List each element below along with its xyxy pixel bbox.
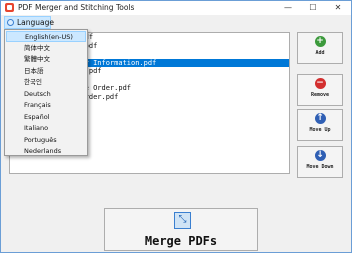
arrow-down-icon: ↓ bbox=[314, 150, 326, 161]
merge-icon: ⤡ bbox=[174, 212, 191, 229]
plus-icon: + bbox=[314, 36, 326, 47]
language-option-traditional-chinese[interactable]: 繁體中文 bbox=[6, 54, 86, 65]
language-option-korean[interactable]: 한국인 bbox=[6, 77, 86, 88]
move-up-button[interactable]: ↑ Move Up bbox=[297, 109, 343, 141]
language-option-dutch[interactable]: Nederlands bbox=[6, 146, 86, 157]
menu-bar: Language bbox=[1, 15, 351, 30]
title-bar[interactable]: PDF Merger and Stitching Tools — ☐ ✕ bbox=[1, 1, 351, 15]
merge-pdfs-label: Merge PDFs bbox=[144, 234, 218, 248]
maximize-button[interactable]: ☐ bbox=[302, 1, 324, 15]
arrow-up-icon: ↑ bbox=[314, 113, 326, 124]
language-option-italian[interactable]: Italiano bbox=[6, 123, 86, 134]
language-option-french[interactable]: Français bbox=[6, 100, 86, 111]
merge-pdfs-button[interactable]: ⤡ Merge PDFs bbox=[104, 208, 258, 251]
add-button-label: Add bbox=[315, 50, 325, 56]
language-option-simplified-chinese[interactable]: 简体中文 bbox=[6, 43, 86, 54]
pdf-app-icon bbox=[5, 3, 14, 12]
language-option-portuguese[interactable]: Português bbox=[6, 135, 86, 146]
add-button[interactable]: + Add bbox=[297, 32, 343, 64]
globe-icon bbox=[7, 19, 14, 26]
minus-icon: − bbox=[314, 78, 326, 89]
language-option-german[interactable]: Deutsch bbox=[6, 89, 86, 100]
window-title: PDF Merger and Stitching Tools bbox=[18, 3, 135, 12]
move-down-button-label: Move Down bbox=[306, 164, 334, 170]
language-menu[interactable]: Language bbox=[4, 16, 55, 29]
minimize-button[interactable]: — bbox=[277, 1, 299, 15]
move-down-button[interactable]: ↓ Move Down bbox=[297, 146, 343, 178]
move-up-button-label: Move Up bbox=[309, 127, 331, 133]
language-menu-label: Language bbox=[17, 18, 55, 27]
language-option-japanese[interactable]: 日本語 bbox=[6, 66, 86, 77]
remove-button[interactable]: − Remove bbox=[297, 74, 343, 106]
remove-button-label: Remove bbox=[310, 92, 330, 98]
language-option-spanish[interactable]: Español bbox=[6, 112, 86, 123]
language-dropdown: English(en-US) 简体中文 繁體中文 日本語 한국인 Deutsch… bbox=[4, 29, 88, 156]
app-window: PDF Merger and Stitching Tools — ☐ ✕ Lan… bbox=[0, 0, 352, 253]
close-button[interactable]: ✕ bbox=[327, 1, 349, 15]
language-option-english[interactable]: English(en-US) bbox=[6, 31, 86, 43]
